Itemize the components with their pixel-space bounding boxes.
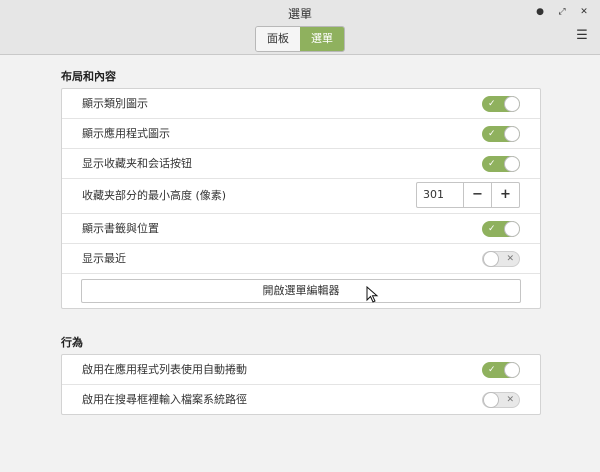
setting-label: 顯示應用程式圖示 — [82, 127, 170, 140]
tab-switcher: 面板 選單 — [255, 26, 345, 52]
switch-knob — [483, 392, 499, 408]
show-bookmarks-places-switch[interactable]: ✓ — [482, 221, 520, 237]
switch-knob — [504, 156, 520, 172]
window-controls: ● ⤢ ✕ — [532, 4, 592, 20]
check-icon: ✓ — [488, 224, 496, 234]
setting-row: 啟用在搜尋框裡輸入檔案系統路徑 ✕ — [62, 385, 540, 414]
check-icon: ✓ — [488, 365, 496, 375]
switch-knob — [504, 126, 520, 142]
tab-menu[interactable]: 選單 — [300, 27, 344, 51]
autoscroll-switch[interactable]: ✓ — [482, 362, 520, 378]
setting-row: 顯示應用程式圖示 ✓ — [62, 119, 540, 149]
section-title-behavior: 行為 — [61, 336, 83, 349]
setting-label: 啟用在應用程式列表使用自動捲動 — [82, 363, 247, 376]
window-title: 選單 — [287, 7, 312, 21]
setting-row: 显示最近 ✕ — [62, 244, 540, 274]
check-icon: ✓ — [488, 129, 496, 139]
setting-row: 啟用在應用程式列表使用自動捲動 ✓ — [62, 355, 540, 385]
layout-panel: 顯示類別圖示 ✓ 顯示應用程式圖示 ✓ 显示收藏夹和会话按钮 ✓ 收藏夹部分的最… — [61, 88, 541, 309]
x-icon: ✕ — [506, 395, 514, 405]
switch-knob — [504, 221, 520, 237]
decrement-button[interactable]: − — [463, 183, 491, 207]
show-app-icons-switch[interactable]: ✓ — [482, 126, 520, 142]
setting-label: 显示最近 — [82, 252, 126, 265]
setting-label: 显示收藏夹和会话按钮 — [82, 157, 192, 170]
increment-button[interactable]: + — [491, 183, 519, 207]
show-recent-switch[interactable]: ✕ — [482, 251, 520, 267]
show-category-icons-switch[interactable]: ✓ — [482, 96, 520, 112]
title-bar: 選單 ● ⤢ ✕ 面板 選單 ☰ — [0, 0, 600, 55]
open-menu-editor-button[interactable]: 開啟選單編輯器 — [81, 279, 521, 303]
switch-knob — [504, 362, 520, 378]
switch-knob — [483, 251, 499, 267]
favorites-min-height-spinner: 301 − + — [416, 182, 520, 208]
tab-panel[interactable]: 面板 — [256, 27, 300, 51]
section-title-layout: 布局和內容 — [61, 70, 116, 83]
setting-row: 顯示類別圖示 ✓ — [62, 89, 540, 119]
restore-icon[interactable]: ⤢ — [554, 4, 570, 20]
show-favorites-session-switch[interactable]: ✓ — [482, 156, 520, 172]
setting-row: 顯示書籤與位置 ✓ — [62, 214, 540, 244]
setting-label: 啟用在搜尋框裡輸入檔案系統路徑 — [82, 393, 247, 406]
setting-row: 開啟選單編輯器 — [62, 274, 540, 308]
mouse-pointer-icon — [366, 286, 379, 303]
filesystem-path-switch[interactable]: ✕ — [482, 392, 520, 408]
minimize-icon[interactable]: ● — [532, 4, 548, 20]
spinner-value[interactable]: 301 — [417, 183, 463, 207]
setting-row: 收藏夹部分的最小高度 (像素) 301 − + — [62, 179, 540, 214]
x-icon: ✕ — [506, 254, 514, 264]
setting-label: 收藏夹部分的最小高度 (像素) — [82, 189, 227, 202]
switch-knob — [504, 96, 520, 112]
behavior-panel: 啟用在應用程式列表使用自動捲動 ✓ 啟用在搜尋框裡輸入檔案系統路徑 ✕ — [61, 354, 541, 415]
hamburger-menu-icon[interactable]: ☰ — [576, 29, 588, 42]
setting-label: 顯示類別圖示 — [82, 97, 148, 110]
close-icon[interactable]: ✕ — [576, 4, 592, 20]
setting-label: 顯示書籤與位置 — [82, 222, 159, 235]
check-icon: ✓ — [488, 99, 496, 109]
setting-row: 显示收藏夹和会话按钮 ✓ — [62, 149, 540, 179]
check-icon: ✓ — [488, 159, 496, 169]
